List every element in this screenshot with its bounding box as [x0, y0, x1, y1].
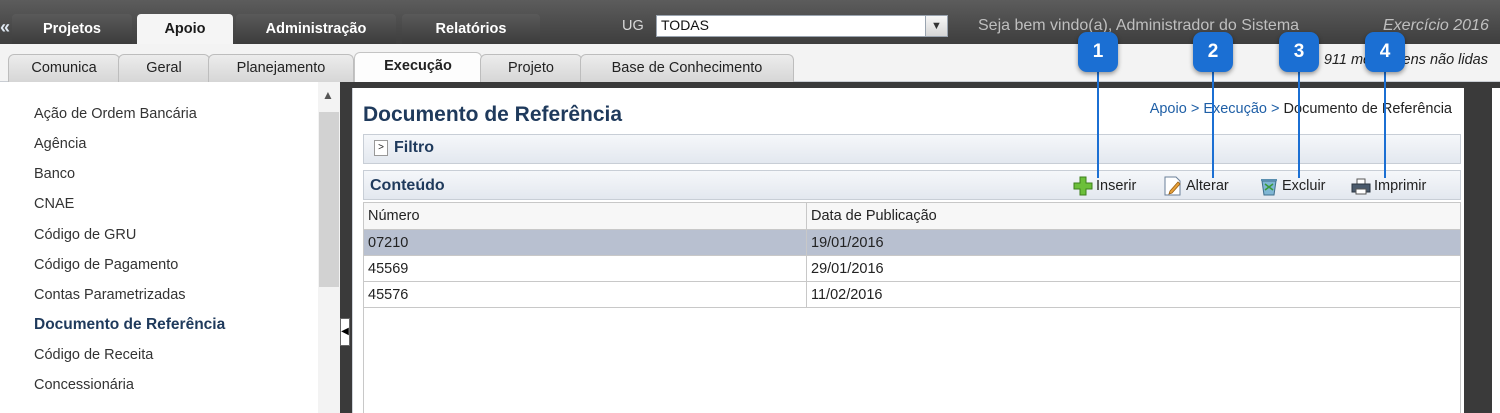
- tab-apoio[interactable]: Apoio: [137, 14, 233, 44]
- sidebar-item-acao-de-ordem-bancaria[interactable]: Ação de Ordem Bancária: [34, 106, 197, 122]
- table-row[interactable]: 45576 11/02/2016: [363, 281, 1461, 308]
- chevron-right-icon[interactable]: >: [374, 140, 388, 156]
- sidebar-item-banco[interactable]: Banco: [34, 166, 75, 182]
- main-content: Documento de Referência Apoio > Execução…: [352, 88, 1500, 413]
- table-header-row: Número Data de Publicação: [363, 202, 1461, 230]
- ug-selected-value: TODAS: [661, 17, 709, 33]
- sidebar-scrollbar[interactable]: ▲: [318, 82, 340, 413]
- tab-label: Base de Conhecimento: [611, 60, 763, 76]
- sidebar-item-codigo-de-receita[interactable]: Código de Receita: [34, 347, 153, 363]
- breadcrumb-separator: >: [1190, 101, 1200, 117]
- top-navigation-bar: « Projetos Apoio Administração Relatório…: [0, 0, 1500, 44]
- collapse-sidebar-icon[interactable]: ◀: [340, 318, 350, 346]
- sidebar-item-codigo-de-pagamento[interactable]: Código de Pagamento: [34, 257, 178, 273]
- table-cell-data: 19/01/2016: [806, 229, 1461, 256]
- table-row[interactable]: 07210 19/01/2016: [363, 229, 1461, 256]
- sidebar-item-contas-parametrizadas[interactable]: Contas Parametrizadas: [34, 287, 186, 303]
- double-chevron-left-icon[interactable]: «: [0, 17, 12, 38]
- breadcrumb-link-apoio[interactable]: Apoio: [1150, 101, 1187, 117]
- edit-button[interactable]: Alterar: [1162, 176, 1229, 196]
- callout-badge-2: 2: [1193, 32, 1233, 72]
- tab-label: Relatórios: [435, 21, 507, 37]
- content-panel-header: Conteúdo Inserir Alterar Excluir Imprimi…: [363, 170, 1461, 200]
- chevron-up-icon[interactable]: ▲: [322, 88, 334, 102]
- scrollbar-thumb[interactable]: [319, 112, 339, 287]
- trash-icon: [1258, 176, 1280, 196]
- sidebar-item-documento-de-referencia[interactable]: Documento de Referência: [34, 316, 225, 334]
- delete-button[interactable]: Excluir: [1258, 176, 1326, 196]
- sub-navigation-bar: Comunica Geral Planejamento Execução Pro…: [0, 44, 1500, 82]
- table-cell-numero: 45569: [363, 255, 807, 282]
- welcome-message: Seja bem vindo(a), Administrador do Sist…: [978, 17, 1300, 34]
- tab-label: Apoio: [164, 21, 206, 37]
- breadcrumb-separator: >: [1271, 101, 1280, 117]
- tab-execucao[interactable]: Execução: [354, 52, 482, 82]
- printer-icon: [1350, 176, 1372, 196]
- tab-comunica[interactable]: Comunica: [8, 54, 120, 82]
- tab-projetos[interactable]: Projetos: [12, 14, 132, 44]
- breadcrumb: Apoio > Execução > Documento de Referênc…: [1150, 101, 1452, 117]
- tab-planejamento[interactable]: Planejamento: [208, 54, 354, 82]
- sidebar: Ação de Ordem Bancária Agência Banco CNA…: [0, 82, 340, 413]
- content-label: Conteúdo: [370, 177, 445, 194]
- tab-label: Projetos: [42, 21, 101, 37]
- ug-label: UG: [622, 18, 644, 34]
- column-header-numero[interactable]: Número: [363, 202, 807, 230]
- tab-label: Comunica: [31, 60, 97, 76]
- plus-icon: [1072, 176, 1094, 196]
- ug-select[interactable]: TODAS ▼: [656, 15, 948, 37]
- print-button[interactable]: Imprimir: [1350, 176, 1426, 196]
- tab-label: Administração: [265, 21, 367, 37]
- delete-label: Excluir: [1282, 177, 1326, 194]
- table-row[interactable]: 45569 29/01/2016: [363, 255, 1461, 282]
- callout-badge-1: 1: [1078, 32, 1118, 72]
- tab-label: Projeto: [508, 60, 554, 76]
- sidebar-item-cnae[interactable]: CNAE: [34, 196, 74, 212]
- callout-badge-3: 3: [1279, 32, 1319, 72]
- edit-document-icon: [1162, 176, 1184, 196]
- table-cell-numero: 45576: [363, 281, 807, 308]
- tab-projeto[interactable]: Projeto: [480, 54, 582, 82]
- tab-label: Planejamento: [236, 60, 326, 76]
- unread-messages-link[interactable]: 911 mensagens não lidas: [1324, 52, 1488, 68]
- tab-base-de-conhecimento[interactable]: Base de Conhecimento: [580, 54, 794, 82]
- insert-label: Inserir: [1096, 177, 1137, 194]
- tab-label: Execução: [384, 58, 452, 74]
- tab-relatorios[interactable]: Relatórios: [402, 14, 540, 44]
- column-header-data-de-publicacao[interactable]: Data de Publicação: [806, 202, 1461, 230]
- sidebar-item-concessionaria[interactable]: Concessionária: [34, 377, 134, 393]
- table-cell-data: 29/01/2016: [806, 255, 1461, 282]
- callout-badge-4: 4: [1365, 32, 1405, 72]
- breadcrumb-current: Documento de Referência: [1283, 101, 1452, 117]
- page-title: Documento de Referência: [363, 103, 623, 126]
- chevron-down-icon[interactable]: ▼: [925, 16, 947, 36]
- table-cell-numero: 07210: [363, 229, 807, 256]
- tab-geral[interactable]: Geral: [118, 54, 210, 82]
- edit-label: Alterar: [1186, 177, 1229, 194]
- tab-label: Geral: [146, 60, 182, 76]
- filter-panel-header[interactable]: > Filtro: [363, 134, 1461, 164]
- print-label: Imprimir: [1374, 177, 1427, 194]
- right-window-border: [1464, 88, 1492, 413]
- documents-table: Número Data de Publicação 07210 19/01/20…: [363, 202, 1461, 308]
- table-cell-data: 11/02/2016: [806, 281, 1461, 308]
- insert-button[interactable]: Inserir: [1072, 176, 1136, 196]
- sidebar-item-agencia[interactable]: Agência: [34, 136, 86, 152]
- filter-label: Filtro: [394, 139, 434, 156]
- tab-administracao[interactable]: Administração: [236, 14, 396, 44]
- sidebar-item-codigo-de-gru[interactable]: Código de GRU: [34, 227, 136, 243]
